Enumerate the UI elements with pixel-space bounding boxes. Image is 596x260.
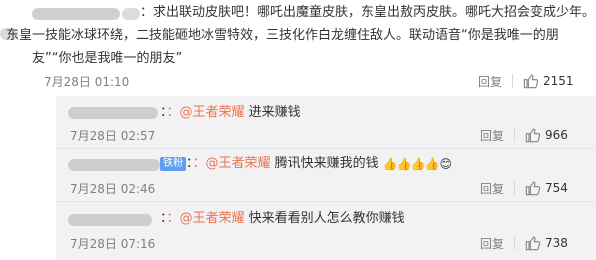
reply-time: 7月28日 02:46 (70, 182, 156, 196)
thumbs-up-emoji-icon: 👍 (396, 156, 412, 171)
reply-button[interactable]: 回复 (480, 127, 504, 144)
reply-content: 腾讯快来赚我的钱 (270, 156, 379, 171)
top-comment-time: 7月28日 01:10 (44, 75, 130, 89)
mention-link[interactable]: ：@王者荣耀 (193, 156, 271, 171)
thumb-up-icon (525, 236, 541, 251)
like-count: 754 (545, 181, 568, 195)
action-divider (514, 128, 516, 142)
reply-text-2: 铁粉 ：：@王者荣耀 腾讯快来赚我的钱 👍👍👍👍😊 (160, 155, 453, 173)
reply-button[interactable]: 回复 (480, 235, 504, 252)
reply-actions: 回复 754 (480, 179, 568, 197)
mention-link[interactable]: ：@王者荣耀 (167, 105, 245, 120)
reply-time: 7月28日 07:16 (70, 237, 156, 251)
reply-item-1: ：：@王者荣耀 进来赚钱 7月28日 02:57 回复 966 (56, 96, 596, 149)
top-comment-actions: 回复 2151 (478, 72, 574, 90)
fan-badge: 铁粉 (160, 156, 186, 171)
top-comment-line-3: 友”“你也是我唯一的朋友” (32, 51, 183, 66)
like-button[interactable]: 2151 (523, 73, 574, 89)
smile-emoji-icon: 😊 (439, 156, 453, 171)
reply-button[interactable]: 回复 (480, 180, 504, 197)
like-count: 2151 (543, 74, 574, 88)
blurred-username (32, 8, 120, 20)
like-button[interactable]: 754 (525, 180, 568, 196)
thumbs-up-emoji-icon: 👍 (424, 156, 440, 171)
reply-actions: 回复 738 (480, 234, 568, 252)
reply-list: ：：@王者荣耀 进来赚钱 7月28日 02:57 回复 966 铁粉 ：：@王者荣… (56, 96, 596, 260)
top-comment-line-2: 东皇一技能冰球环绕，二技能砸地冰雪特效，三技化作白龙缠住敌人。联动语音“你是我唯… (6, 28, 559, 43)
top-comment: ：求出联动皮肤吧！哪吒出魔童皮肤，东皇出敖丙皮肤。哪吒大招会变成少年。 东皇一技… (0, 0, 596, 96)
reply-actions: 回复 966 (480, 126, 568, 144)
thumb-up-icon (525, 128, 541, 143)
reply-button[interactable]: 回复 (478, 73, 502, 90)
reply-content: 快来看看别人怎么教你赚钱 (244, 211, 405, 226)
action-divider (514, 181, 516, 195)
like-count: 738 (545, 236, 568, 250)
blurred-username (68, 159, 160, 171)
thumbs-up-emoji-icon: 👍 (382, 156, 398, 171)
thumb-up-icon (525, 181, 541, 196)
top-comment-line-1: ：求出联动皮肤吧！哪吒出魔童皮肤，东皇出敖丙皮肤。哪吒大招会变成少年。 (140, 5, 596, 20)
reply-item-2: 铁粉 ：：@王者荣耀 腾讯快来赚我的钱 👍👍👍👍😊 7月28日 02:46 回复 … (56, 149, 596, 202)
like-button[interactable]: 738 (525, 235, 568, 251)
blurred-badge (122, 8, 140, 20)
like-count: 966 (545, 128, 568, 142)
thumbs-up-emoji-icon: 👍 (410, 156, 426, 171)
mention-link[interactable]: ：@王者荣耀 (167, 211, 245, 226)
action-divider (514, 236, 516, 250)
action-divider (512, 74, 514, 88)
blurred-username (68, 214, 152, 226)
reply-time: 7月28日 02:57 (70, 129, 156, 143)
reply-text-3: ：：@王者荣耀 快来看看别人怎么教你赚钱 (160, 210, 405, 228)
reply-text-1: ：：@王者荣耀 进来赚钱 (160, 104, 301, 122)
thumb-up-icon (523, 74, 539, 89)
reply-item-3: ：：@王者荣耀 快来看看别人怎么教你赚钱 7月28日 07:16 回复 738 (56, 202, 596, 254)
like-button[interactable]: 966 (525, 127, 568, 143)
reply-content: 进来赚钱 (244, 105, 301, 120)
blurred-username (68, 107, 158, 119)
